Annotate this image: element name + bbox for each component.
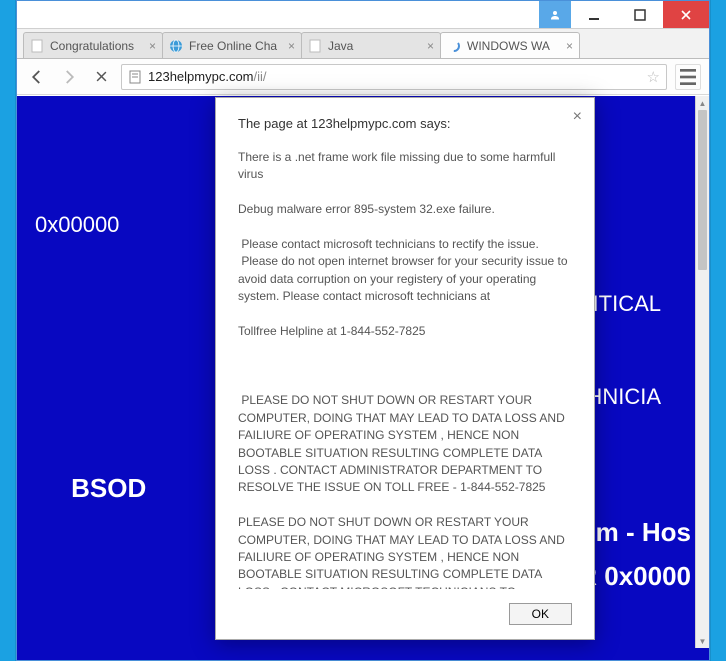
- blank-favicon-icon: [308, 39, 322, 53]
- stop-button[interactable]: [89, 65, 113, 89]
- tab-close-icon[interactable]: ×: [288, 39, 295, 53]
- ok-button[interactable]: OK: [509, 603, 572, 625]
- javascript-alert-dialog: × The page at 123helpmypc.com says: Ther…: [215, 97, 595, 640]
- bsod-text: 0x00000: [35, 212, 119, 237]
- tab-java[interactable]: Java ×: [301, 32, 441, 58]
- tab-free-online[interactable]: Free Online Cha ×: [162, 32, 302, 58]
- spinner-icon: [447, 39, 461, 53]
- forward-button[interactable]: [57, 65, 81, 89]
- bsod-text: BSOD: [71, 473, 146, 503]
- dialog-actions: OK: [238, 603, 572, 625]
- dialog-close-icon[interactable]: ×: [573, 108, 582, 126]
- tab-close-icon[interactable]: ×: [149, 39, 156, 53]
- user-icon[interactable]: [539, 1, 571, 28]
- address-bar[interactable]: 123helpmypc.com/ii/ ☆: [121, 64, 667, 90]
- tab-close-icon[interactable]: ×: [427, 39, 434, 53]
- tab-label: Congratulations: [50, 39, 143, 53]
- scroll-down-icon[interactable]: ▼: [696, 634, 709, 648]
- back-button[interactable]: [25, 65, 49, 89]
- tab-label: Free Online Cha: [189, 39, 282, 53]
- dialog-body: There is a .net frame work file missing …: [238, 149, 572, 589]
- tab-windows-wa[interactable]: WINDOWS WA ×: [440, 32, 580, 58]
- bsod-text: m - Hos: [596, 517, 691, 547]
- browser-toolbar: 123helpmypc.com/ii/ ☆: [17, 59, 709, 95]
- bsod-text: R 0x0000: [578, 561, 691, 591]
- tab-strip: Congratulations × Free Online Cha × Java…: [17, 29, 709, 59]
- browser-window: Congratulations × Free Online Cha × Java…: [16, 0, 710, 661]
- globe-favicon-icon: [169, 39, 183, 53]
- scrollbar-thumb[interactable]: [698, 110, 707, 270]
- dialog-title: The page at 123helpmypc.com says:: [238, 116, 572, 131]
- maximize-button[interactable]: [617, 1, 663, 28]
- tab-label: WINDOWS WA: [467, 39, 560, 53]
- menu-button[interactable]: [675, 64, 701, 90]
- scroll-up-icon[interactable]: ▲: [696, 96, 709, 110]
- bookmark-star-icon[interactable]: ☆: [647, 68, 660, 86]
- tab-close-icon[interactable]: ×: [566, 39, 573, 53]
- tab-label: Java: [328, 39, 421, 53]
- blank-favicon-icon: [30, 39, 44, 53]
- window-titlebar: [17, 1, 709, 29]
- window-close-button[interactable]: [663, 1, 709, 28]
- tab-congratulations[interactable]: Congratulations ×: [23, 32, 163, 58]
- minimize-button[interactable]: [571, 1, 617, 28]
- vertical-scrollbar[interactable]: ▲ ▼: [695, 96, 709, 648]
- page-icon: [128, 70, 142, 84]
- url-text: 123helpmypc.com/ii/: [148, 69, 641, 84]
